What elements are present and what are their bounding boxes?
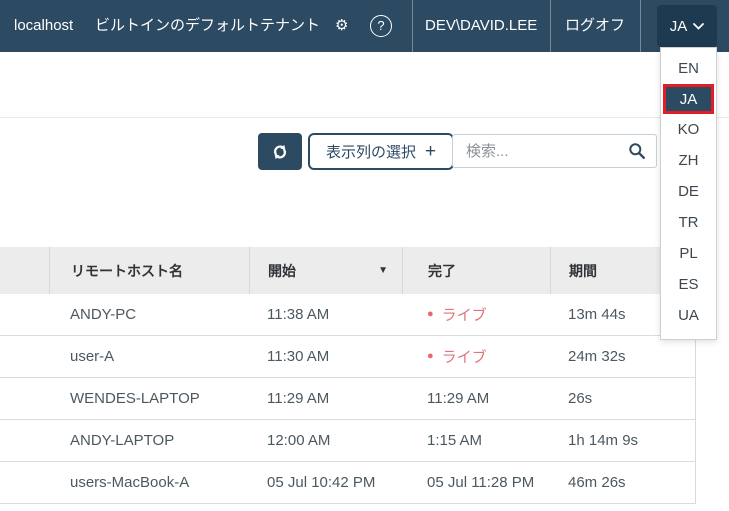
language-option-pl[interactable]: PL — [661, 238, 716, 269]
cell-duration: 26s — [550, 390, 695, 407]
table-header-row: リモートホスト名 開始 ▼ 完了 期間 — [0, 247, 695, 294]
live-label: ライブ — [442, 346, 487, 367]
cell-duration: 46m 26s — [550, 474, 695, 491]
plus-icon: + — [425, 142, 436, 161]
live-dot-icon: ● — [427, 351, 434, 362]
language-option-ja-selected[interactable]: JA — [663, 84, 714, 114]
breadcrumb-tenant[interactable]: ビルトインのデフォルトテナント — [95, 0, 320, 52]
search-icon[interactable] — [628, 142, 646, 160]
cell-duration: 1h 14m 9s — [550, 432, 695, 449]
header-cell-empty — [0, 247, 49, 294]
help-icon[interactable]: ? — [370, 15, 392, 37]
language-option-ko[interactable]: KO — [661, 114, 716, 145]
breadcrumb-host[interactable]: localhost — [14, 0, 73, 52]
cell-start: 11:29 AM — [249, 390, 402, 407]
topbar-divider — [550, 0, 551, 52]
topbar-divider — [412, 0, 413, 52]
header-end[interactable]: 完了 — [402, 247, 550, 294]
sort-desc-icon: ▼ — [378, 265, 388, 276]
cell-end-live: ● ライブ — [402, 346, 550, 367]
cell-end: 11:29 AM — [402, 390, 550, 407]
logoff-button[interactable]: ログオフ — [565, 0, 625, 52]
refresh-icon — [269, 141, 291, 163]
live-dot-icon: ● — [427, 309, 434, 320]
cell-end: 05 Jul 11:28 PM — [402, 474, 550, 491]
language-option-zh[interactable]: ZH — [661, 145, 716, 176]
cell-start: 11:30 AM — [249, 348, 402, 365]
current-user[interactable]: DEV\DAVID.LEE — [425, 0, 537, 52]
language-option-de[interactable]: DE — [661, 176, 716, 207]
page-divider — [0, 117, 729, 118]
header-remote-host[interactable]: リモートホスト名 — [49, 247, 249, 294]
table-row[interactable]: users-MacBook-A 05 Jul 10:42 PM 05 Jul 1… — [0, 462, 695, 504]
refresh-button[interactable] — [258, 133, 302, 170]
cell-host: ANDY-PC — [49, 306, 249, 323]
cell-host: user-A — [49, 348, 249, 365]
language-dropdown-button[interactable]: JA — [657, 5, 717, 47]
topbar: localhost ビルトインのデフォルトテナント ⚙ ? DEV\DAVID.… — [0, 0, 729, 52]
search-box — [452, 134, 657, 168]
chevron-down-icon — [693, 23, 704, 30]
topbar-divider — [640, 0, 641, 52]
cell-end: 1:15 AM — [402, 432, 550, 449]
language-option-tr[interactable]: TR — [661, 207, 716, 238]
cell-host: ANDY-LAPTOP — [49, 432, 249, 449]
cell-host: users-MacBook-A — [49, 474, 249, 491]
cell-start: 12:00 AM — [249, 432, 402, 449]
language-current-label: JA — [670, 18, 688, 35]
table-row[interactable]: WENDES-LAPTOP 11:29 AM 11:29 AM 26s — [0, 378, 695, 420]
gear-icon[interactable]: ⚙ — [335, 0, 348, 52]
cell-duration: 24m 32s — [550, 348, 695, 365]
live-label: ライブ — [442, 304, 487, 325]
choose-columns-label: 表示列の選択 — [326, 141, 416, 162]
cell-host: WENDES-LAPTOP — [49, 390, 249, 407]
table-row[interactable]: ANDY-PC 11:38 AM ● ライブ 13m 44s — [0, 294, 695, 336]
table-row[interactable]: user-A 11:30 AM ● ライブ 24m 32s — [0, 336, 695, 378]
language-option-es[interactable]: ES — [661, 269, 716, 300]
header-start[interactable]: 開始 ▼ — [249, 247, 402, 294]
cell-start: 11:38 AM — [249, 306, 402, 323]
language-option-en[interactable]: EN — [661, 53, 716, 84]
sessions-table: リモートホスト名 開始 ▼ 完了 期間 ANDY-PC 11:38 AM ● ラ… — [0, 247, 696, 504]
search-input[interactable] — [453, 143, 628, 160]
choose-columns-button[interactable]: 表示列の選択 + — [308, 133, 454, 170]
table-row[interactable]: ANDY-LAPTOP 12:00 AM 1:15 AM 1h 14m 9s — [0, 420, 695, 462]
cell-start: 05 Jul 10:42 PM — [249, 474, 402, 491]
cell-end-live: ● ライブ — [402, 304, 550, 325]
language-option-ua[interactable]: UA — [661, 300, 716, 331]
language-menu: EN JA KO ZH DE TR PL ES UA — [660, 47, 717, 340]
